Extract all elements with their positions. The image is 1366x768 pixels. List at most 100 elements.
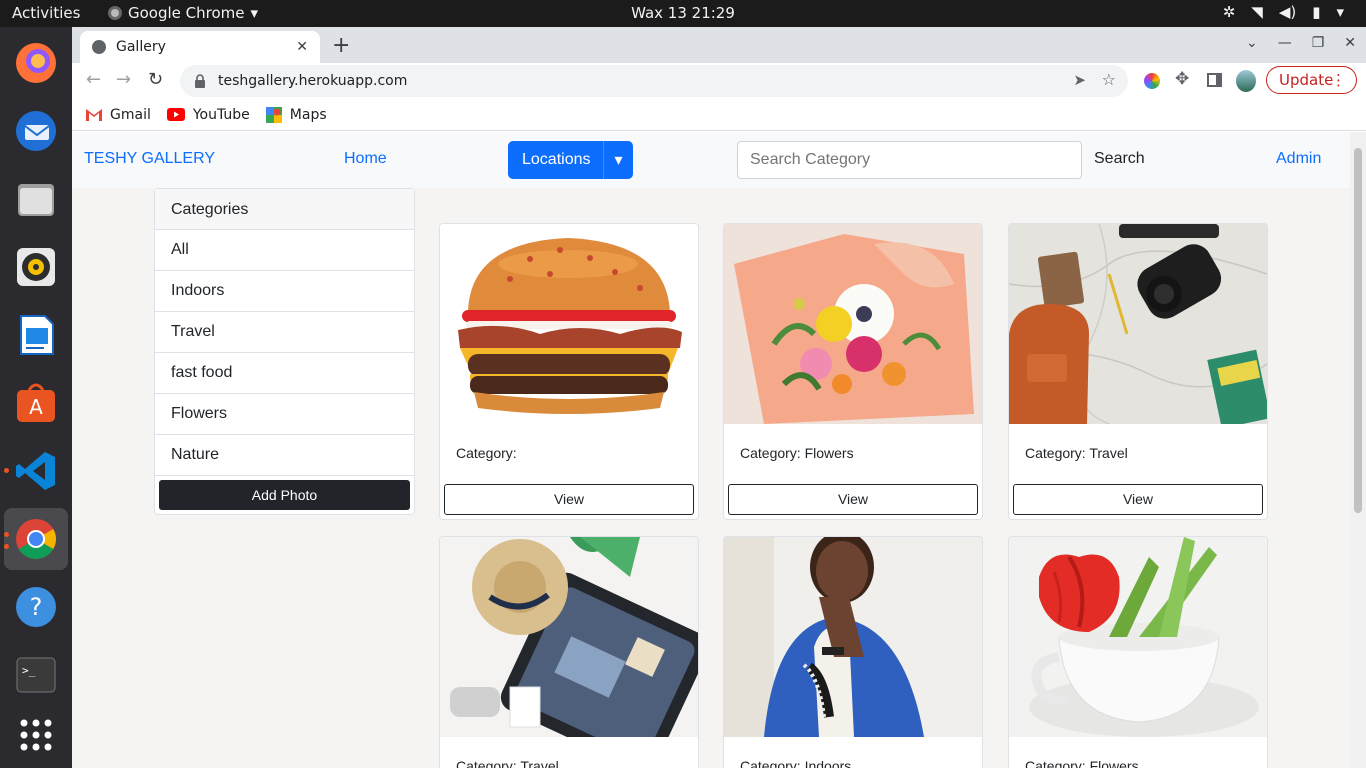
writer-launcher[interactable] [4, 304, 68, 366]
window-controls: ⌄ — ❐ ✕ [1246, 35, 1356, 51]
url-text: teshgallery.herokuapp.com [218, 73, 408, 89]
home-link[interactable]: Home [344, 150, 387, 168]
forward-icon[interactable]: → [116, 69, 131, 90]
rhythmbox-launcher[interactable] [4, 236, 68, 298]
profile-avatar[interactable] [1236, 70, 1256, 92]
tab-gallery[interactable]: Gallery ✕ [80, 31, 320, 63]
side-panel-icon[interactable] [1207, 73, 1222, 87]
writer-icon [20, 315, 54, 355]
admin-link[interactable]: Admin [1276, 150, 1321, 168]
category-item-travel[interactable]: Travel [155, 312, 414, 353]
bookmark-maps[interactable]: Maps [265, 106, 327, 123]
vscode-launcher[interactable] [4, 440, 68, 502]
category-item-all[interactable]: All [155, 230, 414, 271]
flower-bouquet-image[interactable] [724, 224, 982, 424]
scrollbar-thumb[interactable] [1354, 148, 1362, 513]
color-extension-icon[interactable] [1144, 73, 1160, 89]
app-menu[interactable]: Google Chrome ▾ [108, 4, 258, 22]
bookmark-label: Gmail [110, 106, 151, 123]
photo-card: Category: Travel [439, 536, 699, 768]
firefox-launcher[interactable] [4, 32, 68, 94]
red-tulip-cup-image[interactable] [1009, 537, 1267, 737]
category-item-flowers[interactable]: Flowers [155, 394, 414, 435]
chevron-down-icon: ▾ [1336, 3, 1344, 21]
help-launcher[interactable]: ? [4, 576, 68, 638]
photo-card: Category: Flowers [1008, 536, 1268, 768]
network-activity-icon: ✲ [1222, 3, 1236, 21]
running-indicator [4, 532, 9, 537]
vscode-icon [16, 452, 55, 490]
photo-card: Category: Travel View [1008, 223, 1268, 520]
bookmark-youtube[interactable]: YouTube [166, 106, 250, 123]
card-caption: Category: Flowers [1025, 758, 1139, 768]
minimize-icon[interactable]: — [1278, 35, 1292, 51]
bookmarks-bar: Gmail YouTube Maps [72, 99, 1366, 131]
photo-card: Category: Flowers View [723, 223, 983, 520]
chrome-launcher[interactable] [4, 508, 68, 570]
category-item-indoors[interactable]: Indoors [155, 271, 414, 312]
category-item-fast-food[interactable]: fast food [155, 353, 414, 394]
travel-map-image[interactable] [1009, 224, 1267, 424]
volume-icon: ◀) [1278, 3, 1297, 21]
page-viewport: TESHY GALLERY Home Locations ▾ Search Ad… [72, 132, 1366, 768]
tab-search-icon[interactable]: ⌄ [1246, 35, 1258, 51]
card-caption: Category: Travel [456, 758, 559, 768]
card-caption: Category: Indoors [740, 758, 852, 768]
firefox-icon [16, 43, 56, 83]
bookmark-label: Maps [289, 106, 327, 123]
maximize-icon[interactable]: ❐ [1312, 35, 1325, 51]
software-launcher[interactable]: A [4, 372, 68, 434]
extensions-icon[interactable]: ✥ [1175, 69, 1189, 89]
back-icon[interactable]: ← [86, 69, 101, 90]
burger-image[interactable] [440, 224, 698, 424]
category-item-nature[interactable]: Nature [155, 435, 414, 476]
page-scrollbar[interactable] [1350, 132, 1366, 768]
bookmark-star-icon[interactable]: ☆ [1102, 70, 1116, 89]
chevron-down-icon: ▾ [250, 4, 259, 22]
wifi-icon: ◥ [1251, 3, 1263, 21]
packed-suitcase-image[interactable] [440, 537, 698, 737]
thunderbird-icon [16, 111, 56, 151]
svg-text:>_: >_ [22, 664, 36, 677]
photo-card: Category: Indoors [723, 536, 983, 768]
view-button[interactable]: View [444, 484, 694, 515]
browser-window: Gallery ✕ + ⌄ — ❐ ✕ ← → ↻ teshgallery.he… [72, 27, 1366, 768]
chrome-icon [16, 519, 56, 559]
activities-button[interactable]: Activities [12, 4, 80, 22]
maps-icon [265, 106, 282, 123]
files-launcher[interactable] [4, 168, 68, 230]
search-button[interactable]: Search [1094, 150, 1145, 168]
show-apps-button[interactable] [4, 704, 68, 766]
browser-toolbar: ← → ↻ teshgallery.herokuapp.com ➤ ☆ ✥ Up… [72, 63, 1366, 99]
caret-down-icon[interactable]: ▾ [603, 141, 633, 179]
card-caption: Category: [456, 445, 517, 461]
bookmark-label: YouTube [192, 106, 250, 123]
view-button[interactable]: View [728, 484, 978, 515]
reload-icon[interactable]: ↻ [148, 69, 163, 90]
close-icon[interactable]: ✕ [296, 39, 308, 55]
send-icon[interactable]: ➤ [1073, 71, 1086, 89]
locations-dropdown[interactable]: Locations ▾ [508, 141, 633, 179]
chrome-small-icon [108, 6, 122, 20]
address-bar[interactable]: teshgallery.herokuapp.com ➤ ☆ [180, 65, 1128, 97]
tab-title: Gallery [116, 39, 166, 55]
update-button[interactable]: Update ⋮ [1266, 66, 1357, 94]
card-caption: Category: Travel [1025, 445, 1128, 461]
new-tab-button[interactable]: + [332, 33, 350, 58]
running-indicator [4, 544, 9, 549]
woman-portrait-image[interactable] [724, 537, 982, 737]
system-top-bar: Activities Google Chrome ▾ Wax 13 21:29 … [0, 0, 1366, 27]
terminal-launcher[interactable]: >_ [4, 644, 68, 706]
svg-text:A: A [29, 395, 43, 419]
view-button[interactable]: View [1013, 484, 1263, 515]
search-input[interactable] [737, 141, 1082, 179]
update-label: Update [1279, 71, 1334, 89]
system-tray[interactable]: ✲ ◥ ◀) ▮ ▾ [1223, 3, 1344, 21]
thunderbird-launcher[interactable] [4, 100, 68, 162]
brand-link[interactable]: TESHY GALLERY [84, 150, 215, 168]
categories-header: Categories [155, 189, 414, 230]
bookmark-gmail[interactable]: Gmail [86, 107, 151, 123]
close-window-icon[interactable]: ✕ [1344, 35, 1356, 51]
rhythmbox-icon [17, 248, 55, 286]
add-photo-button[interactable]: Add Photo [159, 480, 410, 510]
